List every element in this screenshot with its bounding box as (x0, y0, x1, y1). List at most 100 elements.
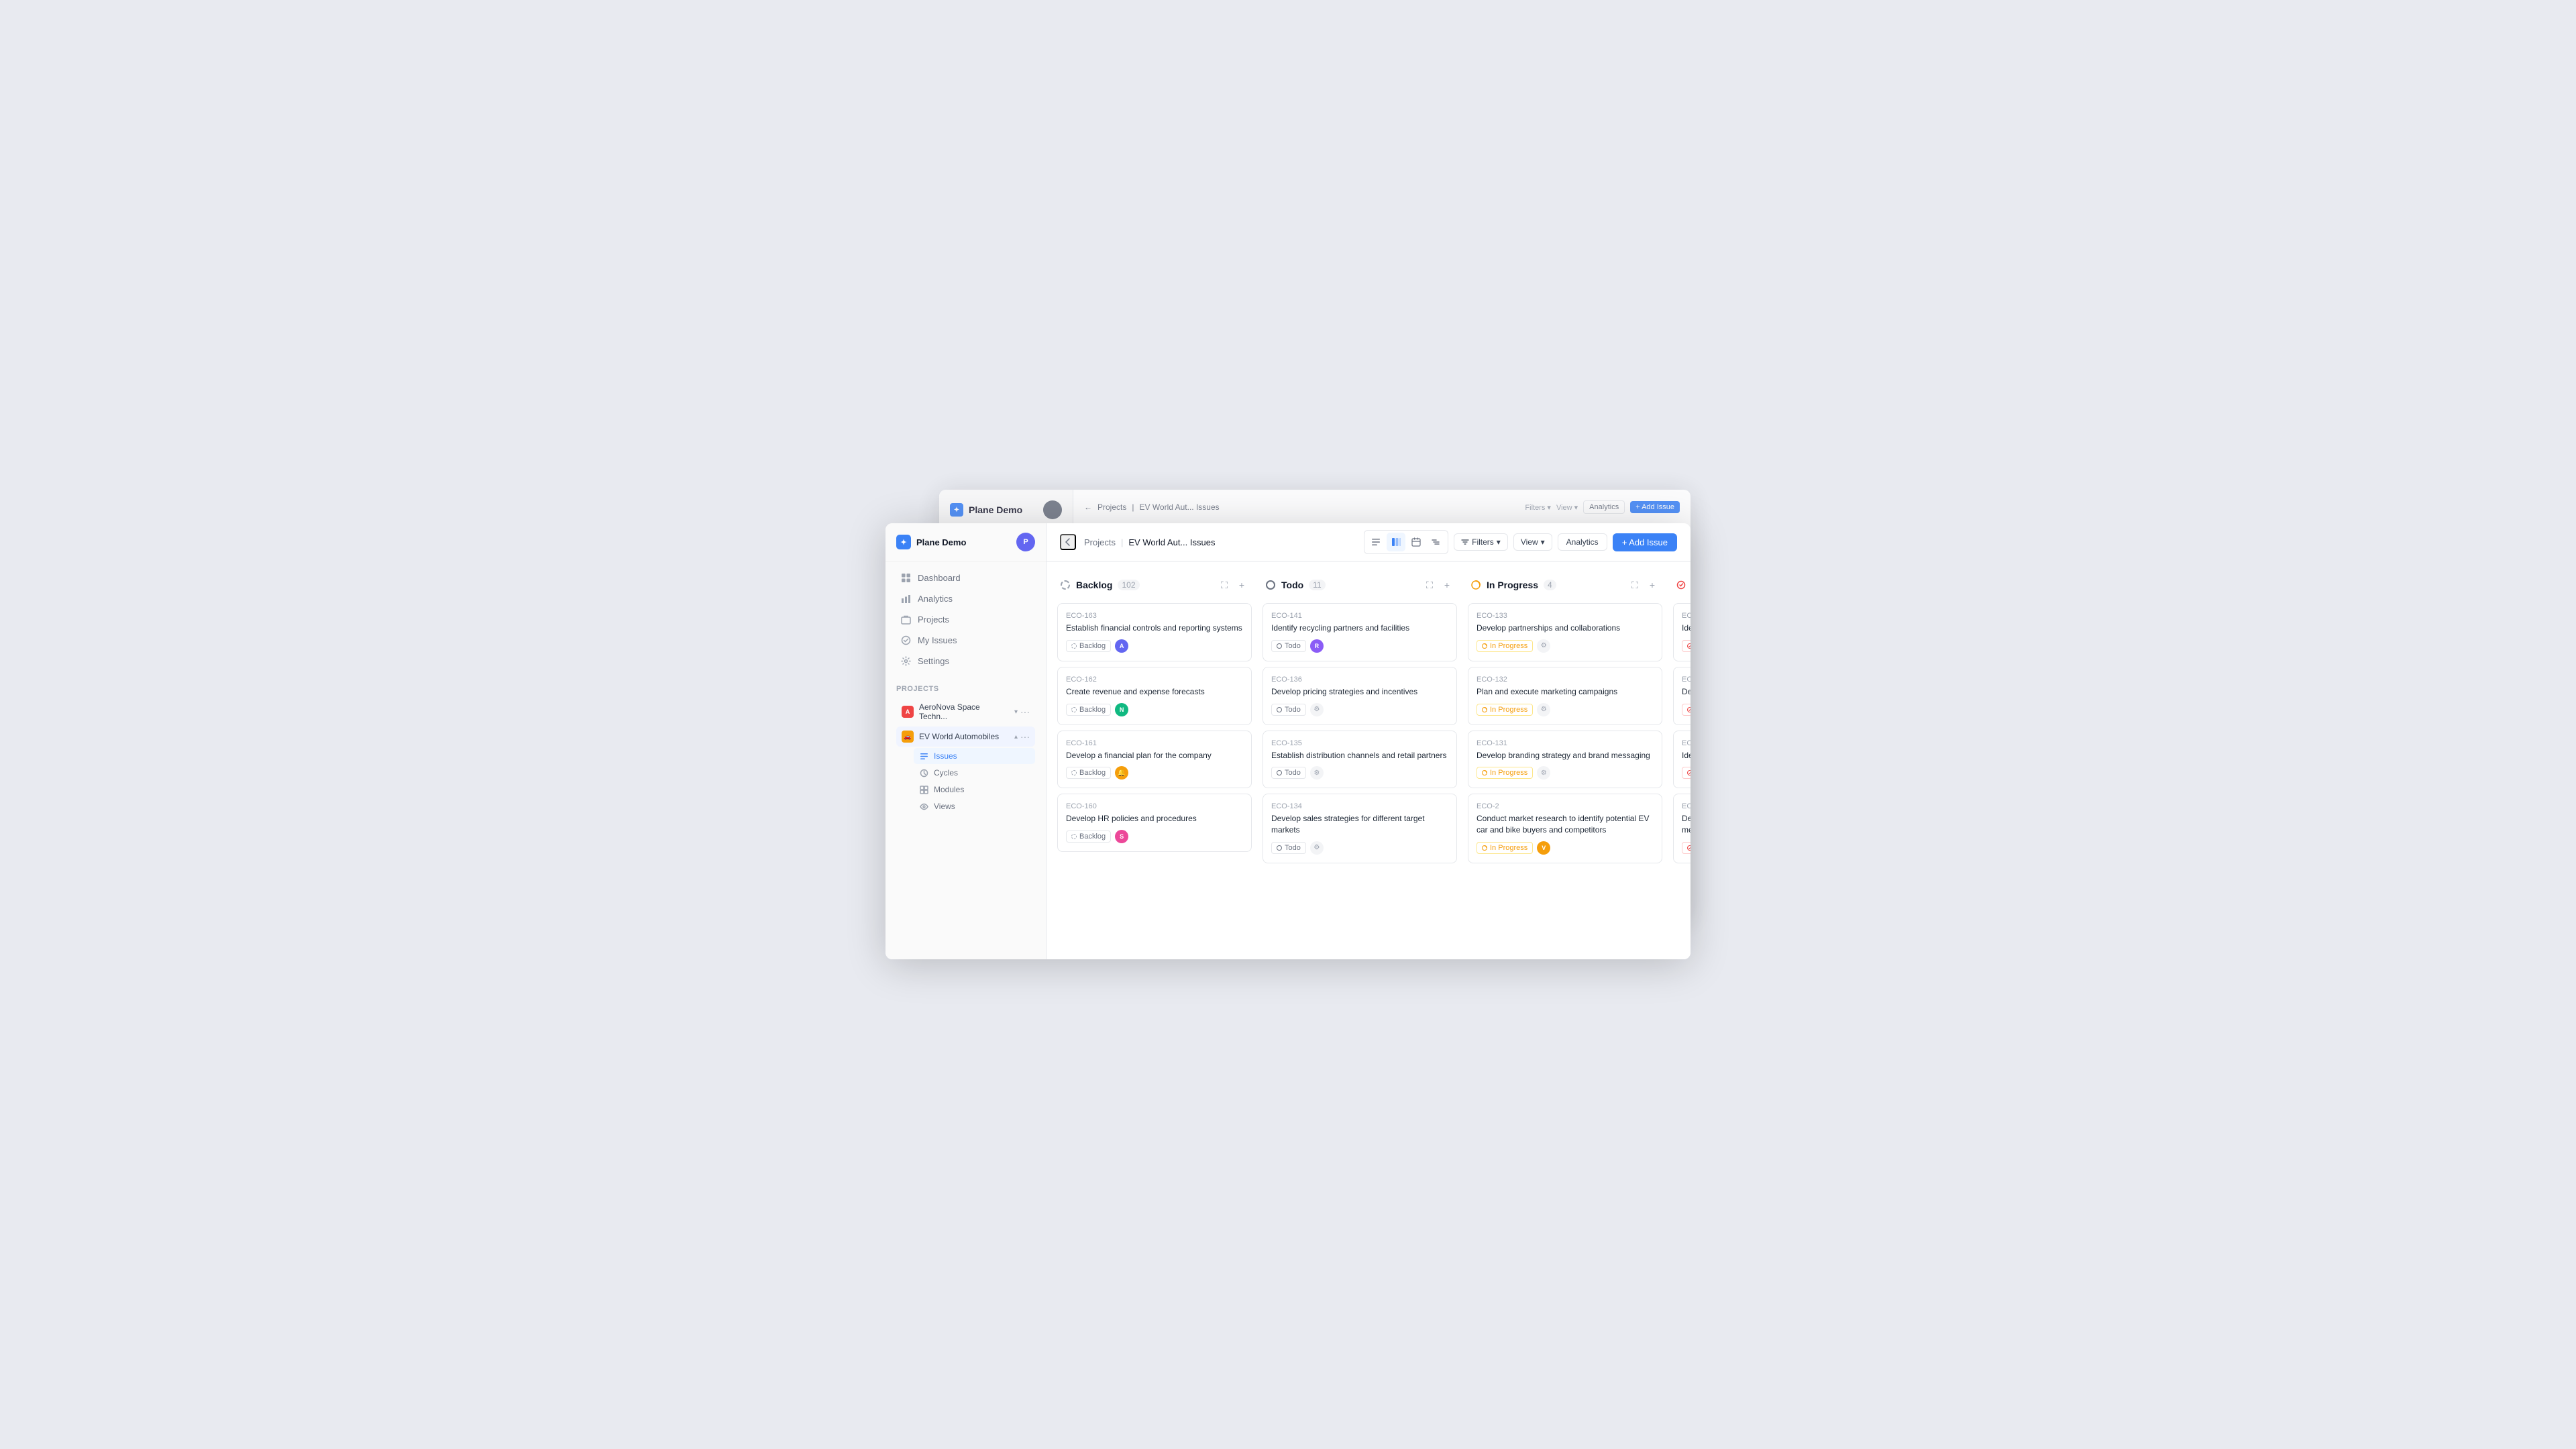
issue-card-eco128[interactable]: ECO-128 Identify market opportunitie Pro… (1673, 731, 1690, 789)
evworld-expand-icon[interactable]: ▴ (1014, 733, 1018, 741)
issue-footer: Backlog 🔔 (1066, 766, 1243, 780)
column-header-proofing: Proofing 6 ⛶ + (1673, 572, 1690, 598)
topbar: Projects | EV World Aut... Issues (1046, 523, 1690, 561)
bg-user-avatar (1043, 500, 1062, 519)
issue-id: ECO-138 (1682, 612, 1690, 620)
todo-dot-icon (1277, 845, 1282, 851)
aeronova-color: A (902, 706, 914, 718)
column-expand-backlog[interactable]: ⛶ (1217, 578, 1232, 592)
issue-card-eco137[interactable]: ECO-137 Develop a network of chargi Proo… (1673, 667, 1690, 725)
sidebar-item-dashboard[interactable]: Dashboard (890, 568, 1042, 588)
column-header-backlog: Backlog 102 ⛶ + (1057, 572, 1252, 598)
bg-brand-name: Plane Demo (969, 504, 1022, 515)
status-pill-backlog: Backlog (1066, 830, 1111, 843)
status-pill-backlog: Backlog (1066, 704, 1111, 716)
backlog-dot-icon (1071, 770, 1077, 775)
issue-id: ECO-134 (1271, 802, 1448, 810)
issue-card-eco135[interactable]: ECO-135 Establish distribution channels … (1263, 731, 1457, 789)
calendar-view-btn[interactable] (1407, 533, 1426, 551)
view-icons-group (1364, 530, 1448, 554)
aeronova-expand-icon[interactable]: ▾ (1014, 708, 1018, 716)
breadcrumb: Projects | EV World Aut... Issues (1084, 537, 1215, 547)
issue-id: ECO-132 (1477, 676, 1654, 684)
column-add-backlog[interactable]: + (1234, 578, 1249, 592)
issue-id: ECO-2 (1477, 802, 1654, 810)
board-view-btn[interactable] (1387, 533, 1405, 551)
user-avatar[interactable]: P (1016, 533, 1035, 551)
subnav-modules[interactable]: Modules (914, 782, 1035, 798)
issue-card-eco162[interactable]: ECO-162 Create revenue and expense forec… (1057, 667, 1252, 725)
project-item-evworld[interactable]: 🚗 EV World Automobiles ▴ ··· (896, 727, 1035, 747)
issue-card-eco2[interactable]: ECO-2 Conduct market research to identif… (1468, 794, 1662, 863)
add-issue-button[interactable]: + Add Issue (1613, 533, 1677, 551)
issue-id: ECO-133 (1477, 612, 1654, 620)
column-todo: Todo 11 ⛶ + ECO-141 Identify recycling p… (1263, 572, 1457, 949)
sidebar-item-projects[interactable]: Projects (890, 609, 1042, 629)
breadcrumb-separator: | (1121, 537, 1123, 547)
status-pill-backlog: Backlog (1066, 767, 1111, 779)
gear-icon: ⚙ (1537, 766, 1550, 780)
column-add-inprogress[interactable]: + (1645, 578, 1660, 592)
issue-avatar: R (1310, 639, 1324, 653)
issue-title: Develop branding strategy and brand mess… (1477, 750, 1654, 761)
subnav-issues-label: Issues (934, 751, 957, 761)
issue-title: Define project roles and resp asks to te… (1682, 813, 1690, 836)
main-nav: Dashboard Analytics Projects (885, 561, 1046, 677)
status-pill-todo: Todo (1271, 640, 1306, 652)
issue-title: Develop a financial plan for the company (1066, 750, 1243, 761)
evworld-actions: ▴ ··· (1014, 731, 1030, 742)
proofing-dot-icon (1687, 770, 1690, 775)
issue-card-eco134[interactable]: ECO-134 Develop sales strategies for dif… (1263, 794, 1457, 863)
project-item-aeronova[interactable]: A AeroNova Space Techn... ▾ ··· (896, 698, 1035, 725)
sidebar-item-myissues[interactable]: My Issues (890, 630, 1042, 650)
projects-section-label: Projects (896, 685, 1035, 693)
todo-dot-icon (1277, 770, 1282, 775)
bg-analytics-btn[interactable]: Analytics (1583, 500, 1625, 514)
evworld-dots-icon[interactable]: ··· (1020, 731, 1030, 742)
gantt-view-btn[interactable] (1427, 533, 1446, 551)
issue-card-eco141[interactable]: ECO-141 Identify recycling partners and … (1263, 603, 1457, 661)
analytics-button[interactable]: Analytics (1558, 533, 1607, 551)
subnav-views[interactable]: Views (914, 798, 1035, 814)
sidebar-item-analytics[interactable]: Analytics (890, 588, 1042, 608)
column-title-backlog: Backlog (1076, 580, 1112, 590)
issue-card-eco136[interactable]: ECO-136 Develop pricing strategies and i… (1263, 667, 1457, 725)
issue-card-eco8[interactable]: ECO-8 Define project roles and resp asks… (1673, 794, 1690, 863)
sidebar-item-settings[interactable]: Settings (890, 651, 1042, 671)
column-title-todo: Todo (1281, 580, 1303, 590)
issue-card-eco163[interactable]: ECO-163 Establish financial controls and… (1057, 603, 1252, 661)
brand-name: Plane Demo (916, 537, 1016, 547)
issue-card-eco131[interactable]: ECO-131 Develop branding strategy and br… (1468, 731, 1662, 789)
subnav-views-label: Views (934, 802, 955, 811)
bg-add-issue-btn[interactable]: + Add Issue (1630, 501, 1680, 513)
issue-id: ECO-137 (1682, 676, 1690, 684)
subnav-issues[interactable]: Issues (914, 748, 1035, 764)
column-header-inprogress: In Progress 4 ⛶ + (1468, 572, 1662, 598)
column-expand-todo[interactable]: ⛶ (1422, 578, 1437, 592)
issue-card-eco132[interactable]: ECO-132 Plan and execute marketing campa… (1468, 667, 1662, 725)
list-view-btn[interactable] (1366, 533, 1385, 551)
evworld-color: 🚗 (902, 731, 914, 743)
issue-card-eco161[interactable]: ECO-161 Develop a financial plan for the… (1057, 731, 1252, 789)
issue-card-eco160[interactable]: ECO-160 Develop HR policies and procedur… (1057, 794, 1252, 852)
breadcrumb-projects[interactable]: Projects (1084, 537, 1116, 547)
column-expand-inprogress[interactable]: ⛶ (1627, 578, 1642, 592)
view-button[interactable]: View ▾ (1513, 533, 1552, 551)
column-add-todo[interactable]: + (1440, 578, 1454, 592)
bg-back-btn[interactable]: ← (1084, 502, 1092, 512)
views-icon (919, 802, 928, 811)
status-pill-inprogress: In Progress (1477, 842, 1533, 854)
back-button[interactable] (1060, 534, 1076, 550)
column-actions-inprogress: ⛶ + (1627, 578, 1660, 592)
issue-id: ECO-131 (1477, 739, 1654, 747)
projects-section: Projects A AeroNova Space Techn... ▾ ···… (885, 677, 1046, 820)
issue-footer: Proofing V (1682, 703, 1690, 716)
issue-card-eco138[interactable]: ECO-138 Identify optimal locations for P… (1673, 603, 1690, 661)
issue-title: Identify market opportunitie (1682, 750, 1690, 761)
aeronova-dots-icon[interactable]: ··· (1020, 706, 1030, 717)
subnav-cycles[interactable]: Cycles (914, 765, 1035, 781)
filters-button[interactable]: Filters ▾ (1454, 533, 1508, 551)
inprogress-dot-icon (1482, 845, 1487, 851)
issue-card-eco133[interactable]: ECO-133 Develop partnerships and collabo… (1468, 603, 1662, 661)
cycles-icon (919, 768, 928, 777)
